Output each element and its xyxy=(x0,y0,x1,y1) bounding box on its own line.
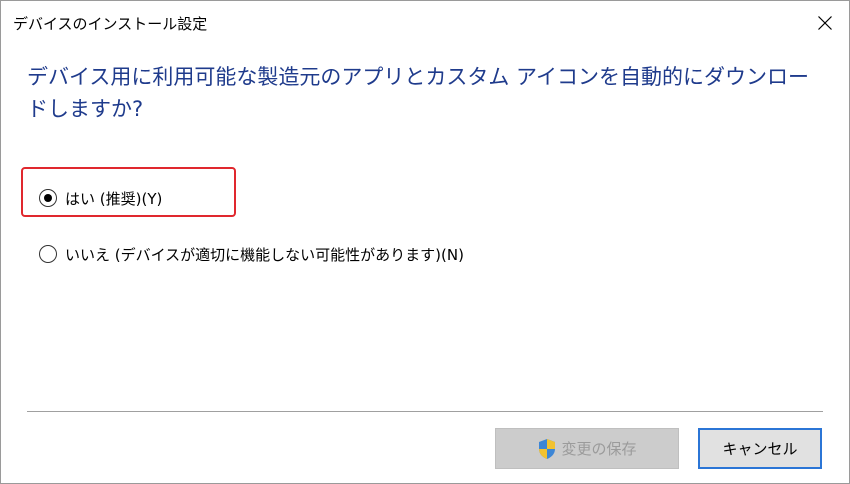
save-changes-label: 変更の保存 xyxy=(561,440,637,458)
radio-button-yes[interactable] xyxy=(39,189,57,207)
separator xyxy=(27,411,823,412)
window-title: デバイスのインストール設定 xyxy=(13,15,208,33)
close-icon xyxy=(818,16,832,30)
device-installation-settings-dialog: デバイスのインストール設定 デバイス用に利用可能な製造元のアプリとカスタム アイ… xyxy=(0,0,850,484)
radio-option-yes[interactable]: はい (推奨)(Y) xyxy=(39,187,162,209)
save-changes-button[interactable]: 変更の保存 xyxy=(495,428,679,469)
radio-label-no: いいえ (デバイスが適切に機能しない可能性があります)(N) xyxy=(65,245,464,264)
radio-option-no[interactable]: いいえ (デバイスが適切に機能しない可能性があります)(N) xyxy=(39,243,464,265)
radio-button-no[interactable] xyxy=(39,245,57,263)
cancel-button[interactable]: キャンセル xyxy=(698,428,822,469)
close-button[interactable] xyxy=(801,1,849,45)
cancel-label: キャンセル xyxy=(722,440,798,458)
title-bar: デバイスのインストール設定 xyxy=(1,1,849,45)
radio-label-yes: はい (推奨)(Y) xyxy=(65,189,163,208)
dialog-question: デバイス用に利用可能な製造元のアプリとカスタム アイコンを自動的にダウンロードし… xyxy=(27,65,809,121)
uac-shield-icon xyxy=(537,438,557,460)
